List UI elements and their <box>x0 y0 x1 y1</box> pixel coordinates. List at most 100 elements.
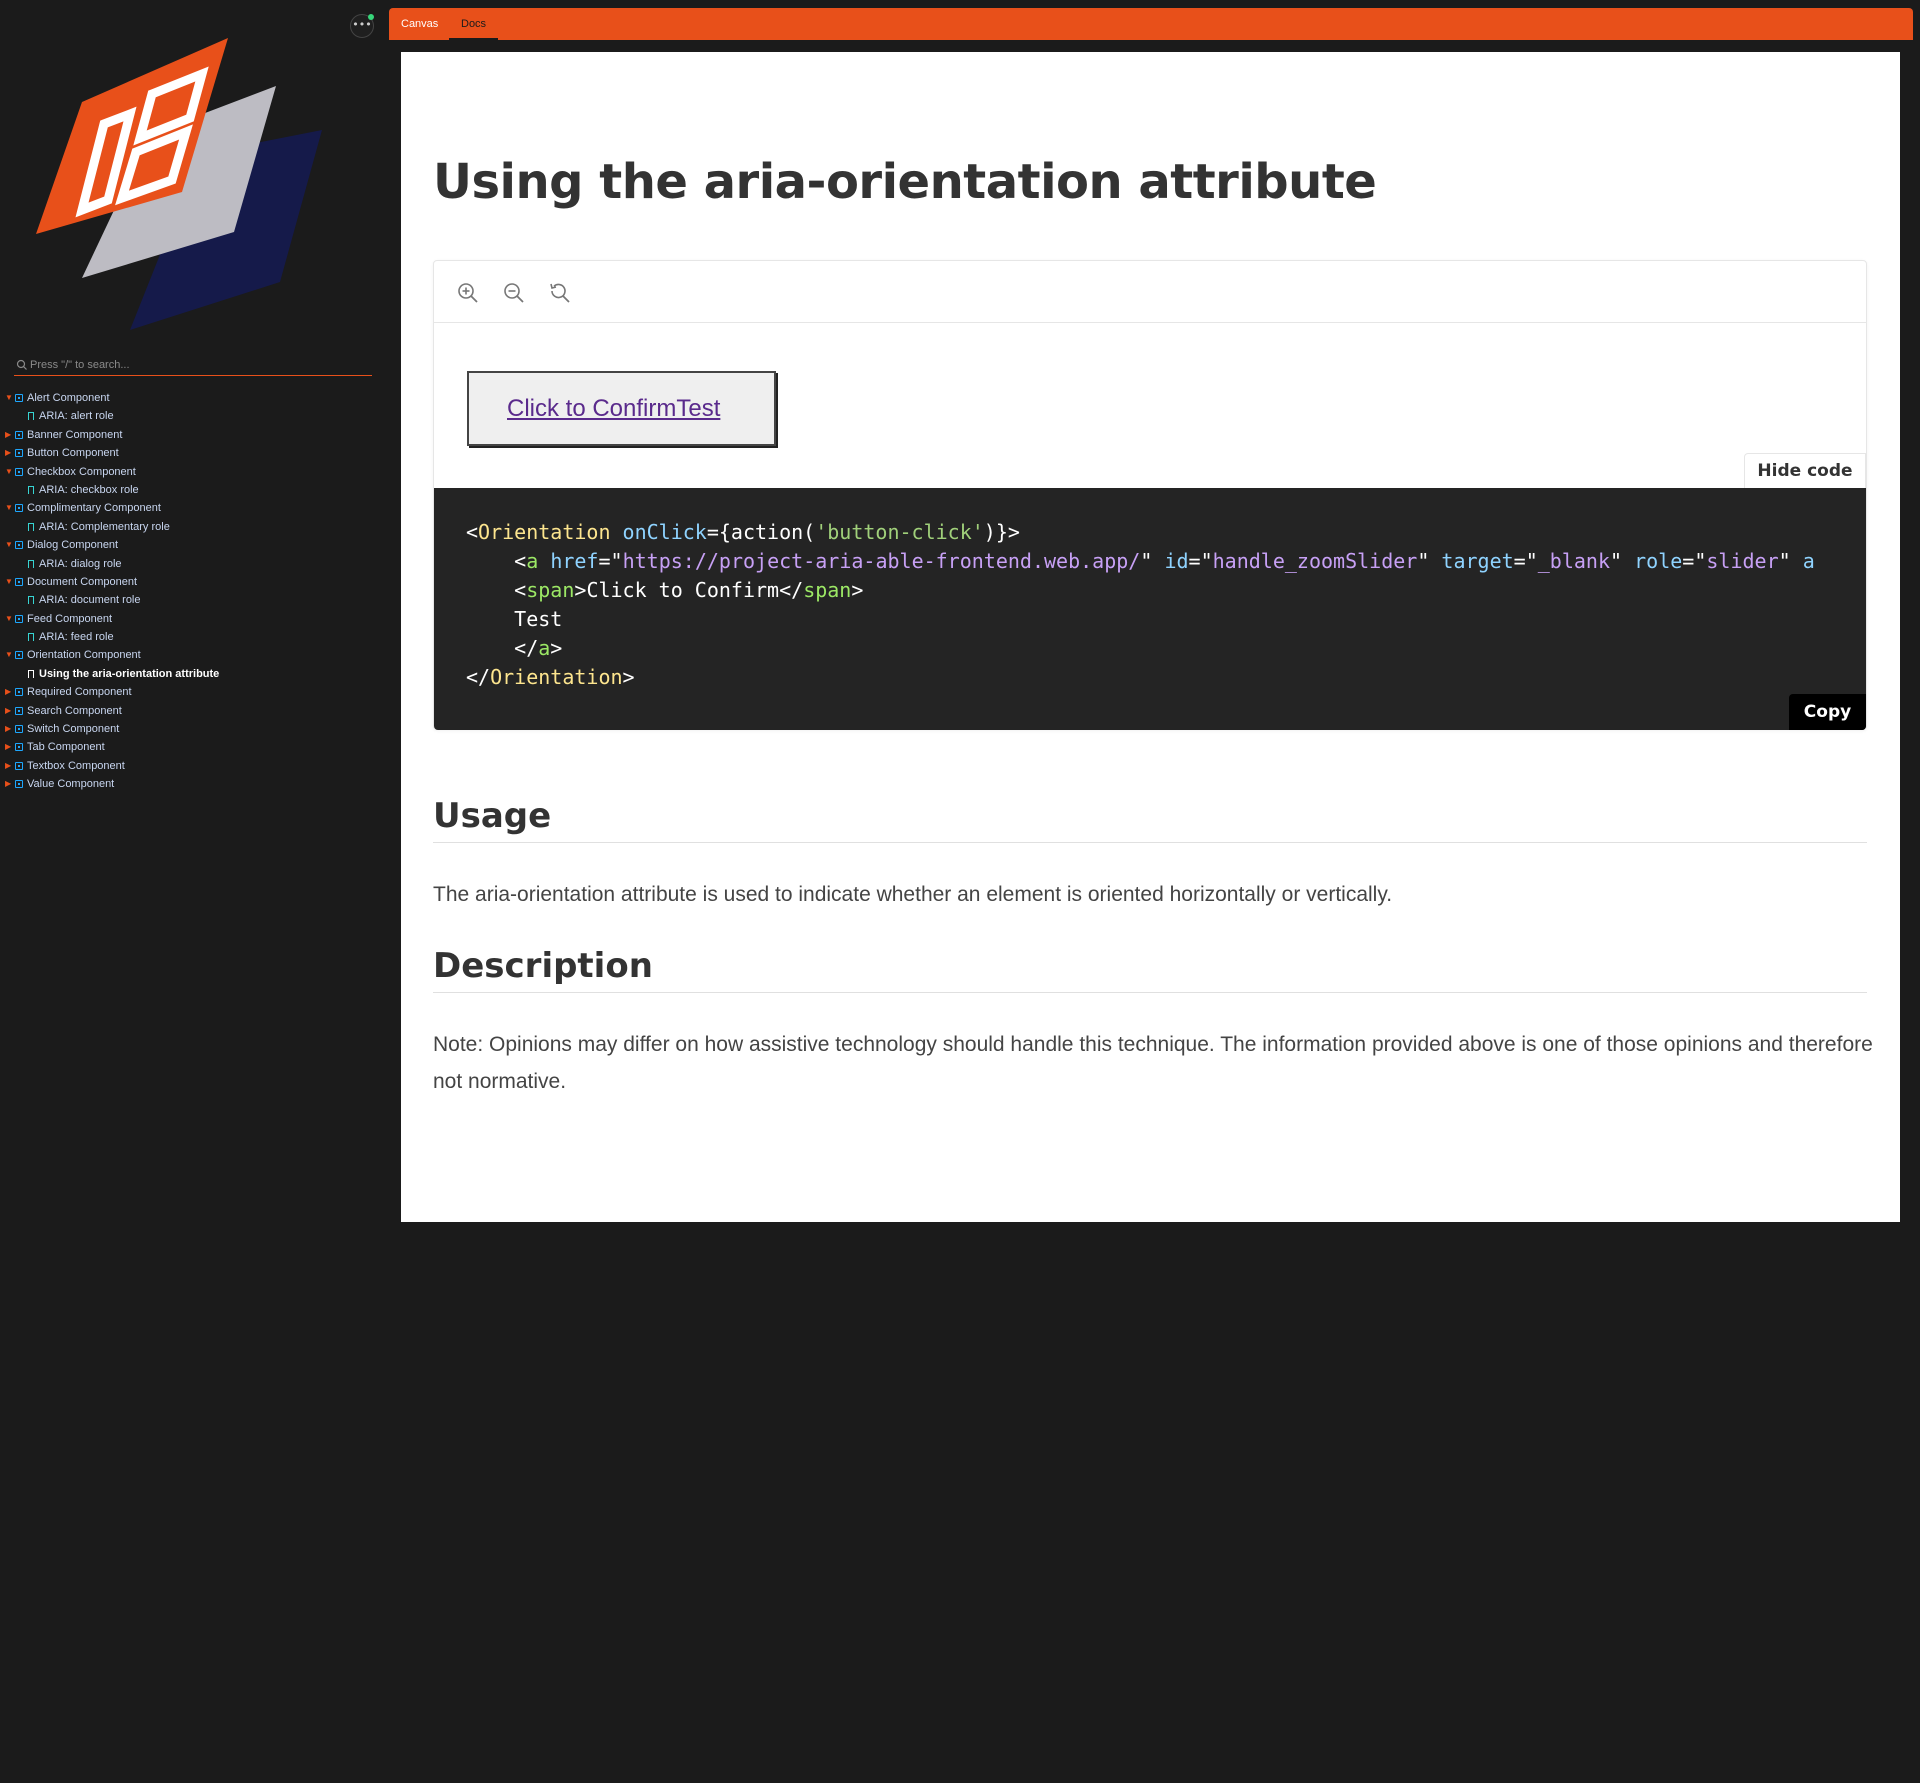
tree-item-aria-dialog-role[interactable]: ARIA: dialog role <box>0 555 388 573</box>
tree-item-label: Switch Component <box>27 723 120 736</box>
tree-item-label: Required Component <box>27 686 132 699</box>
brand-logo[interactable] <box>30 34 330 334</box>
component-icon <box>15 706 23 715</box>
component-icon <box>15 449 23 458</box>
tree-item-label: Checkbox Component <box>27 465 136 478</box>
tree-item-label: ARIA: document role <box>39 594 141 607</box>
tree-item-switch-component[interactable]: ▶ Switch Component <box>0 720 388 738</box>
status-dot <box>368 14 374 20</box>
tree-item-value-component[interactable]: ▶ Value Component <box>0 775 388 793</box>
component-icon <box>15 761 23 770</box>
tree-item-label: Document Component <box>27 575 138 588</box>
usage-heading: Usage <box>433 796 1867 843</box>
code-token: ={action( <box>706 520 816 544</box>
component-icon <box>15 541 23 550</box>
search-icon <box>16 359 27 370</box>
tree-item-banner-component[interactable]: ▶ Banner Component <box>0 426 388 444</box>
component-icon <box>15 614 23 623</box>
document-icon <box>28 522 34 531</box>
chevron-down-icon: ▼ <box>5 393 13 402</box>
tree-item-using-aria-orientation[interactable]: Using the aria-orientation attribute <box>0 665 388 683</box>
code-token: _blank <box>1537 549 1611 573</box>
copy-button[interactable]: Copy <box>1789 694 1866 730</box>
tree-item-alert-component[interactable]: ▼ Alert Component <box>0 389 388 407</box>
code-token: slider <box>1706 549 1779 573</box>
zoom-in-icon[interactable] <box>456 281 480 305</box>
tree-item-label: Complimentary Component <box>27 502 161 515</box>
docs-panel: Using the aria-orientation attribute Cli… <box>401 52 1900 1222</box>
component-icon <box>15 467 23 476</box>
tree-item-button-component[interactable]: ▶ Button Component <box>0 444 388 462</box>
tree-item-dialog-component[interactable]: ▼ Dialog Component <box>0 536 388 554</box>
chevron-right-icon: ▶ <box>5 448 12 458</box>
component-icon <box>15 504 23 513</box>
document-icon <box>28 596 34 605</box>
code-token: onClick <box>622 520 707 544</box>
search-bar <box>14 356 372 376</box>
code-token: a <box>526 549 539 573</box>
code-token: id <box>1164 549 1189 573</box>
chevron-right-icon: ▶ <box>5 687 12 697</box>
description-heading: Description <box>433 946 1867 993</box>
tree-item-aria-feed-role[interactable]: ARIA: feed role <box>0 628 388 646</box>
component-icon <box>15 651 23 660</box>
code-token: target <box>1441 549 1514 573</box>
tree-item-orientation-component[interactable]: ▼ Orientation Component <box>0 646 388 664</box>
component-icon <box>15 394 23 402</box>
page-title: Using the aria-orientation attribute <box>433 154 1377 210</box>
reset-zoom-icon[interactable] <box>548 281 572 305</box>
story-tree: ▼ Alert Component ARIA: alert role ▶ Ban… <box>0 389 388 794</box>
document-icon <box>28 559 34 568</box>
sidebar-menu-button[interactable]: ••• <box>350 14 374 38</box>
tree-item-label: ARIA: dialog role <box>39 557 122 570</box>
tree-item-label: ARIA: feed role <box>39 631 114 644</box>
tree-item-aria-complementary-role[interactable]: ARIA: Complementary role <box>0 518 388 536</box>
code-token: span <box>803 578 852 602</box>
preview-toolbar <box>434 261 1866 323</box>
code-token: handle_zoomSlider <box>1212 549 1418 573</box>
document-icon <box>28 412 34 421</box>
ellipsis-icon: ••• <box>352 18 372 31</box>
tab-docs[interactable]: Docs <box>449 8 499 40</box>
sidebar: ••• ▼ Alert Component ARIA: alert role ▶ <box>0 0 388 1783</box>
tree-item-label: Value Component <box>27 778 115 791</box>
usage-text: The aria-orientation attribute is used t… <box>433 883 1393 906</box>
tree-item-aria-document-role[interactable]: ARIA: document role <box>0 591 388 609</box>
hide-code-button[interactable]: Hide code <box>1744 453 1866 488</box>
tab-canvas[interactable]: Canvas <box>389 8 450 40</box>
code-token: role <box>1634 549 1683 573</box>
zoom-out-icon[interactable] <box>502 281 526 305</box>
chevron-right-icon: ▶ <box>5 742 12 752</box>
chevron-down-icon: ▼ <box>5 650 13 660</box>
component-icon <box>15 780 23 789</box>
tree-item-document-component[interactable]: ▼ Document Component <box>0 573 388 591</box>
chevron-down-icon: ▼ <box>5 576 13 586</box>
tree-item-feed-component[interactable]: ▼ Feed Component <box>0 610 388 628</box>
document-icon <box>28 633 34 642</box>
tree-item-search-component[interactable]: ▶ Search Component <box>0 702 388 720</box>
tree-item-label: Feed Component <box>27 612 112 625</box>
tree-item-required-component[interactable]: ▶ Required Component <box>0 683 388 701</box>
tree-item-label: Dialog Component <box>27 539 119 552</box>
confirm-link[interactable]: Click to ConfirmTest <box>507 395 720 423</box>
document-icon <box>28 669 34 678</box>
tree-item-complimentary-component[interactable]: ▼ Complimentary Component <box>0 499 388 517</box>
tree-item-label: Orientation Component <box>27 649 141 662</box>
tree-item-textbox-component[interactable]: ▶ Textbox Component <box>0 757 388 775</box>
component-icon <box>15 577 23 586</box>
tree-item-label: ARIA: Complementary role <box>39 520 170 533</box>
chevron-right-icon: ▶ <box>5 779 12 789</box>
chevron-right-icon: ▶ <box>5 429 12 439</box>
tree-item-tab-component[interactable]: ▶ Tab Component <box>0 738 388 756</box>
code-token: a <box>1802 549 1815 573</box>
search-input[interactable] <box>30 356 360 374</box>
component-icon <box>15 743 23 752</box>
component-icon <box>15 430 23 439</box>
code-token: Test <box>514 607 563 631</box>
chevron-down-icon: ▼ <box>5 466 13 476</box>
tree-item-checkbox-component[interactable]: ▼ Checkbox Component <box>0 463 388 481</box>
tree-item-aria-checkbox-role[interactable]: ARIA: checkbox role <box>0 481 388 499</box>
chevron-right-icon: ▶ <box>5 705 12 715</box>
chevron-right-icon: ▶ <box>5 724 12 734</box>
tree-item-aria-alert-role[interactable]: ARIA: alert role <box>0 407 388 425</box>
